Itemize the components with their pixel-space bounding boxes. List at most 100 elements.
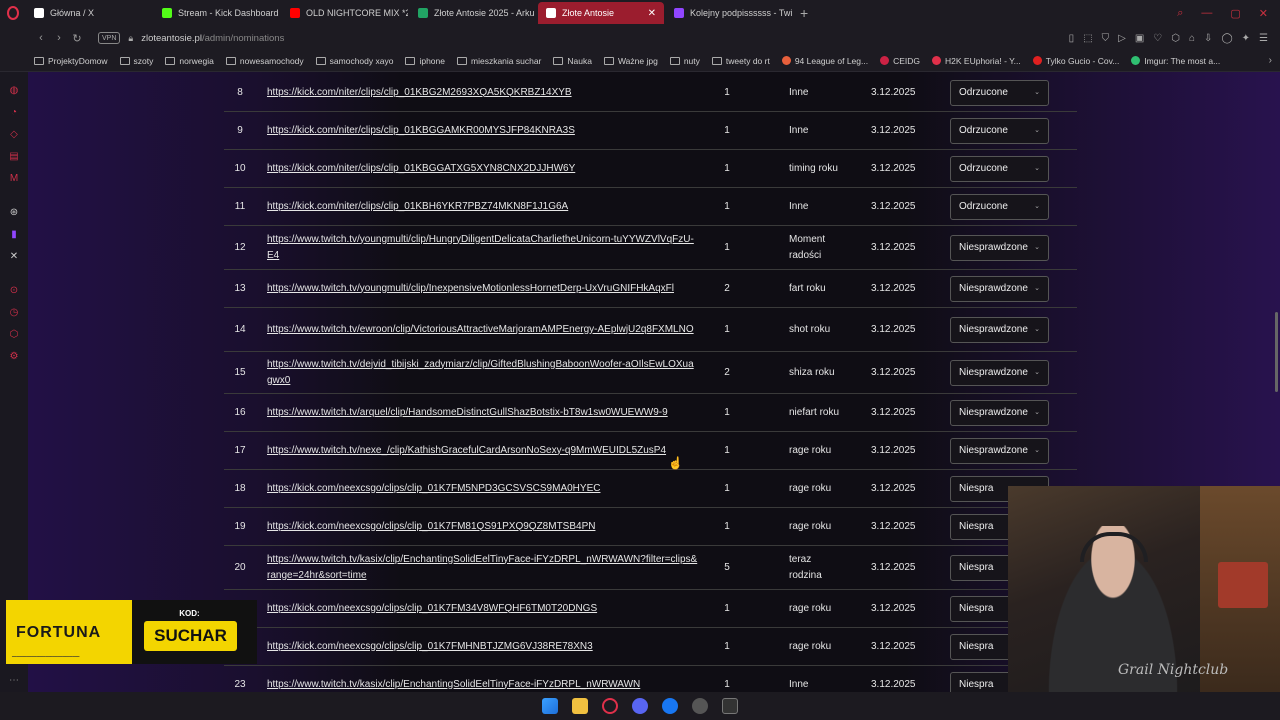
status-select[interactable]: Niesprawdzone ⌄: [950, 399, 1049, 426]
clip-link[interactable]: https://kick.com/neexcsgo/clips/clip_01K…: [267, 519, 595, 535]
bookmark-item[interactable]: tweety do rt: [711, 56, 770, 66]
steam-icon[interactable]: [692, 698, 708, 714]
status-select[interactable]: Odrzucone ⌄: [950, 155, 1049, 182]
bookmark-item[interactable]: nuty: [669, 56, 700, 66]
tab-0[interactable]: Główna / X: [26, 2, 152, 24]
tab-2[interactable]: OLD NIGHTCORE MIX *20: [282, 2, 408, 24]
status-select[interactable]: Niesprawdzone ⌄: [950, 437, 1049, 464]
twitch-sidebar-icon[interactable]: ▮: [8, 229, 20, 241]
windows-start-icon[interactable]: [542, 698, 558, 714]
menu-icon[interactable]: ☰: [1259, 33, 1268, 44]
clip-link[interactable]: https://www.twitch.tv/ewroon/clip/Victor…: [267, 322, 694, 338]
discord-icon[interactable]: [632, 698, 648, 714]
clip-link[interactable]: https://kick.com/niter/clips/clip_01KBGG…: [267, 161, 575, 177]
folder-icon: [711, 56, 722, 65]
bookmark-item[interactable]: nowesamochody: [225, 56, 304, 66]
extensions-sidebar-icon[interactable]: ⬡: [8, 329, 20, 341]
more-icon[interactable]: ⋯: [8, 675, 20, 687]
messenger-icon[interactable]: ◍: [8, 85, 20, 97]
opera-menu-icon[interactable]: [0, 0, 26, 26]
minimize-button[interactable]: —: [1201, 7, 1212, 20]
lock-icon[interactable]: 🔒︎: [128, 33, 133, 44]
vpn-badge[interactable]: VPN: [98, 32, 121, 44]
shield-icon[interactable]: ⛉: [1102, 33, 1110, 44]
opera-taskbar-icon[interactable]: [602, 698, 618, 714]
screenshot-icon[interactable]: ⬚: [1083, 33, 1092, 44]
nomination-count: 1: [724, 407, 730, 418]
back-button[interactable]: ‹: [32, 32, 50, 44]
nomination-count-cell: 1: [699, 445, 755, 456]
clip-link[interactable]: https://kick.com/neexcsgo/clips/clip_01K…: [267, 639, 593, 655]
tab-3[interactable]: Złote Antosie 2025 - Arku: [410, 2, 536, 24]
x-sidebar-icon[interactable]: ✕: [8, 251, 20, 263]
bookmarks-overflow-icon[interactable]: ›: [1269, 55, 1272, 66]
wallet-icon[interactable]: ⌂: [1189, 33, 1195, 44]
bookmark-item[interactable]: Tylko Gucio - Cov...: [1032, 56, 1119, 66]
clip-link[interactable]: https://www.twitch.tv/youngmulti/clip/In…: [267, 281, 674, 297]
pinboard-icon[interactable]: ▤: [8, 151, 20, 163]
chatgpt-icon[interactable]: ⊛: [8, 207, 20, 219]
forward-button[interactable]: ›: [50, 32, 68, 44]
status-select[interactable]: Niesprawdzone ⌄: [950, 234, 1049, 261]
facebook-icon[interactable]: [662, 698, 678, 714]
bookmark-label: H2K EUphoria! - Y...: [945, 55, 1021, 66]
clip-link[interactable]: https://www.twitch.tv/kasix/clip/Enchant…: [267, 677, 640, 693]
bookmark-item[interactable]: mieszkania suchar: [457, 56, 541, 66]
bookmark-item[interactable]: 94 League of Leg...: [781, 56, 868, 66]
bookmark-item[interactable]: iphone: [405, 56, 445, 66]
status-select[interactable]: Niesprawdzone ⌄: [950, 359, 1049, 386]
search-icon[interactable]: ⌕: [1177, 7, 1183, 20]
maximize-button[interactable]: ▢: [1230, 7, 1240, 20]
gmail-icon[interactable]: M: [8, 173, 20, 185]
clock-icon[interactable]: ◷: [8, 307, 20, 319]
clip-link[interactable]: https://kick.com/neexcsgo/clips/clip_01K…: [267, 601, 597, 617]
url-field[interactable]: zloteantosie.pl/admin/nominations: [141, 33, 284, 44]
file-explorer-icon[interactable]: [572, 698, 588, 714]
extensions-icon[interactable]: ⬡: [1171, 33, 1180, 44]
close-button[interactable]: ✕: [1259, 7, 1268, 20]
bookmark-item[interactable]: Ważne jpg: [603, 56, 658, 66]
bookmark-item[interactable]: ProjektyDomow: [34, 56, 108, 66]
settings-icon[interactable]: ⚙: [8, 351, 20, 363]
status-select[interactable]: Niesprawdzone ⌄: [950, 316, 1049, 343]
clip-link[interactable]: https://www.twitch.tv/nexe_/clip/Kathish…: [267, 443, 666, 459]
profile-icon[interactable]: ◯: [1221, 33, 1232, 44]
wallet-sidebar-icon[interactable]: ◇: [8, 129, 20, 141]
bookmark-item[interactable]: Nauka: [553, 56, 592, 66]
clip-link[interactable]: https://www.twitch.tv/arquel/clip/Handso…: [267, 405, 668, 421]
bookmark-item[interactable]: szoty: [119, 56, 153, 66]
clip-link[interactable]: https://kick.com/niter/clips/clip_01KBH6…: [267, 199, 568, 215]
clip-link[interactable]: https://www.twitch.tv/kasix/clip/Enchant…: [267, 552, 699, 584]
status-select[interactable]: Odrzucone ⌄: [950, 193, 1049, 220]
ai-icon[interactable]: ✦: [1242, 33, 1250, 44]
status-select[interactable]: Odrzucone ⌄: [950, 79, 1049, 106]
bookmark-item[interactable]: H2K EUphoria! - Y...: [932, 56, 1021, 66]
download-icon[interactable]: ⇩: [1204, 33, 1212, 44]
clip-link[interactable]: https://www.twitch.tv/dejvid_tibijski_za…: [267, 357, 699, 389]
bookmark-item[interactable]: Imgur: The most a...: [1131, 56, 1220, 66]
clip-link[interactable]: https://kick.com/neexcsgo/clips/clip_01K…: [267, 481, 600, 497]
status-select[interactable]: Niesprawdzone ⌄: [950, 275, 1049, 302]
terminal-icon[interactable]: [722, 698, 738, 714]
player-icon[interactable]: ▷: [1118, 33, 1126, 44]
history-icon[interactable]: ◔: [8, 107, 20, 119]
bookmark-item[interactable]: CEIDG: [880, 56, 920, 66]
tab-1[interactable]: Stream - Kick Dashboard: [154, 2, 280, 24]
new-tab-button[interactable]: +: [800, 5, 808, 21]
nomination-count-cell: 1: [699, 407, 755, 418]
scrollbar[interactable]: [1275, 312, 1278, 392]
tab-5[interactable]: Kolejny podpissssss - Twitc: [666, 2, 792, 24]
clip-link[interactable]: https://kick.com/niter/clips/clip_01KBG2…: [267, 85, 572, 101]
clip-link[interactable]: https://www.twitch.tv/youngmulti/clip/Hu…: [267, 232, 699, 264]
bookmark-item[interactable]: norwegia: [165, 56, 214, 66]
reload-button[interactable]: ↻: [68, 32, 86, 45]
clip-link[interactable]: https://kick.com/niter/clips/clip_01KBGG…: [267, 123, 575, 139]
bookmark-icon[interactable]: ▯: [1069, 33, 1075, 44]
heart-icon[interactable]: ♡: [1153, 33, 1162, 44]
tab-close-icon[interactable]: ✕: [648, 8, 656, 19]
player-sidebar-icon[interactable]: ⊙: [8, 285, 20, 297]
flow-icon[interactable]: ▣: [1135, 33, 1144, 44]
bookmark-item[interactable]: samochody xayo: [315, 56, 393, 66]
status-select[interactable]: Odrzucone ⌄: [950, 117, 1049, 144]
tab-4[interactable]: Złote Antosie ✕: [538, 2, 664, 24]
